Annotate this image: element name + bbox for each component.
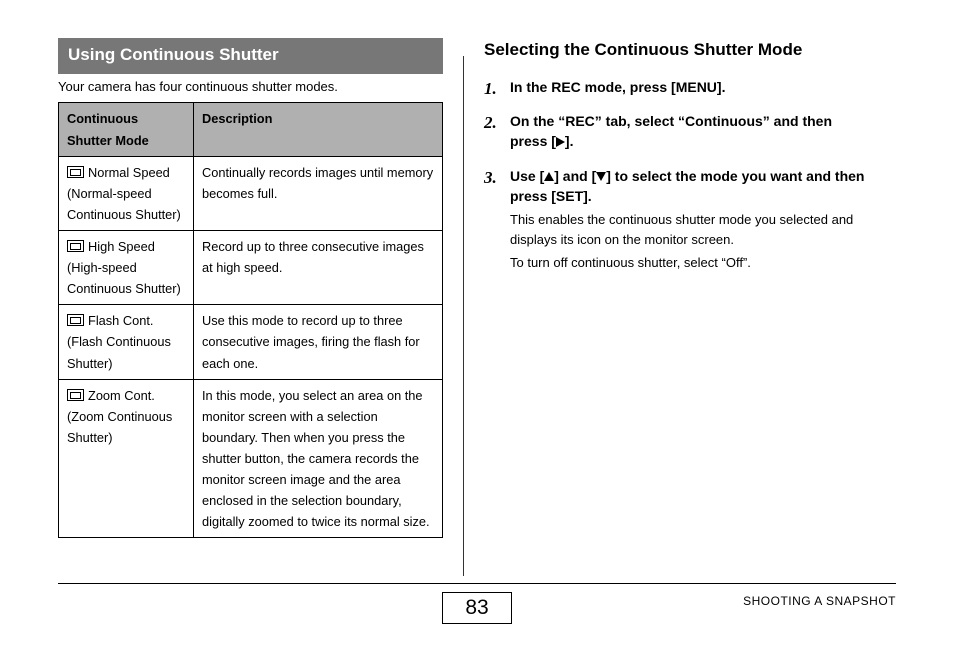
page-body: Using Continuous Shutter Your camera has… [0,0,954,560]
mode-sub: (Normal-speed Continuous Shutter) [67,183,185,225]
mode-name: High Speed [88,239,155,254]
right-heading: Selecting the Continuous Shutter Mode [484,38,869,63]
mode-cell: Flash Cont. (Flash Continuous Shutter) [59,305,194,379]
desc-cell: Use this mode to record up to three cons… [194,305,443,379]
page-number: 83 [442,592,511,624]
step-text: In the REC mode, press [MENU]. [510,79,725,95]
step-sub-text: This enables the continuous shutter mode… [510,210,869,249]
footer-row: 83 SHOOTING A SNAPSHOT [58,590,896,626]
zoom-cont-icon [67,389,84,401]
mode-name: Zoom Cont. [88,388,155,403]
normal-speed-icon [67,166,84,178]
mode-sub: (Zoom Continuous Shutter) [67,406,185,448]
step-2: On the “REC” tab, select “Continuous” an… [484,111,869,152]
table-row: High Speed (High-speed Continuous Shutte… [59,231,443,305]
desc-cell: Continually records images until memory … [194,156,443,230]
intro-text: Your camera has four continuous shutter … [58,78,443,97]
step-frag: ]. [565,133,574,149]
steps-list: In the REC mode, press [MENU]. On the “R… [484,77,869,273]
step-sub-text: To turn off continuous shutter, select “… [510,253,869,273]
table-row: Flash Cont. (Flash Continuous Shutter) U… [59,305,443,379]
mode-cell: Normal Speed (Normal-speed Continuous Sh… [59,156,194,230]
step-text: On the “REC” tab, select “Continuous” an… [510,113,832,149]
left-column: Using Continuous Shutter Your camera has… [58,38,463,560]
mode-sub: (High-speed Continuous Shutter) [67,257,185,299]
high-speed-icon [67,240,84,252]
mode-name: Normal Speed [88,165,170,180]
mode-sub: (Flash Continuous Shutter) [67,331,185,373]
right-arrow-icon [556,137,565,147]
table-row: Normal Speed (Normal-speed Continuous Sh… [59,156,443,230]
right-column: Selecting the Continuous Shutter Mode In… [464,38,869,560]
step-frag: Use [ [510,168,544,184]
mode-cell: Zoom Cont. (Zoom Continuous Shutter) [59,379,194,538]
flash-cont-icon [67,314,84,326]
shutter-modes-table: Continuous Shutter Mode Description Norm… [58,102,443,538]
table-head-desc: Description [194,103,443,156]
table-row: Zoom Cont. (Zoom Continuous Shutter) In … [59,379,443,538]
desc-cell: Record up to three consecutive images at… [194,231,443,305]
step-3: Use [] and [] to select the mode you wan… [484,166,869,273]
mode-name: Flash Cont. [88,313,153,328]
step-frag: ] and [ [554,168,596,184]
step-1: In the REC mode, press [MENU]. [484,77,869,97]
footer-rule [58,583,896,584]
step-text: Use [] and [] to select the mode you wan… [510,168,864,204]
table-head-mode: Continuous Shutter Mode [59,103,194,156]
footer-label: SHOOTING A SNAPSHOT [743,594,896,608]
table-header-row: Continuous Shutter Mode Description [59,103,443,156]
up-arrow-icon [544,172,554,181]
down-arrow-icon [596,172,606,181]
page-footer: 83 SHOOTING A SNAPSHOT [58,583,896,626]
desc-cell: In this mode, you select an area on the … [194,379,443,538]
mode-cell: High Speed (High-speed Continuous Shutte… [59,231,194,305]
section-title-bar: Using Continuous Shutter [58,38,443,74]
